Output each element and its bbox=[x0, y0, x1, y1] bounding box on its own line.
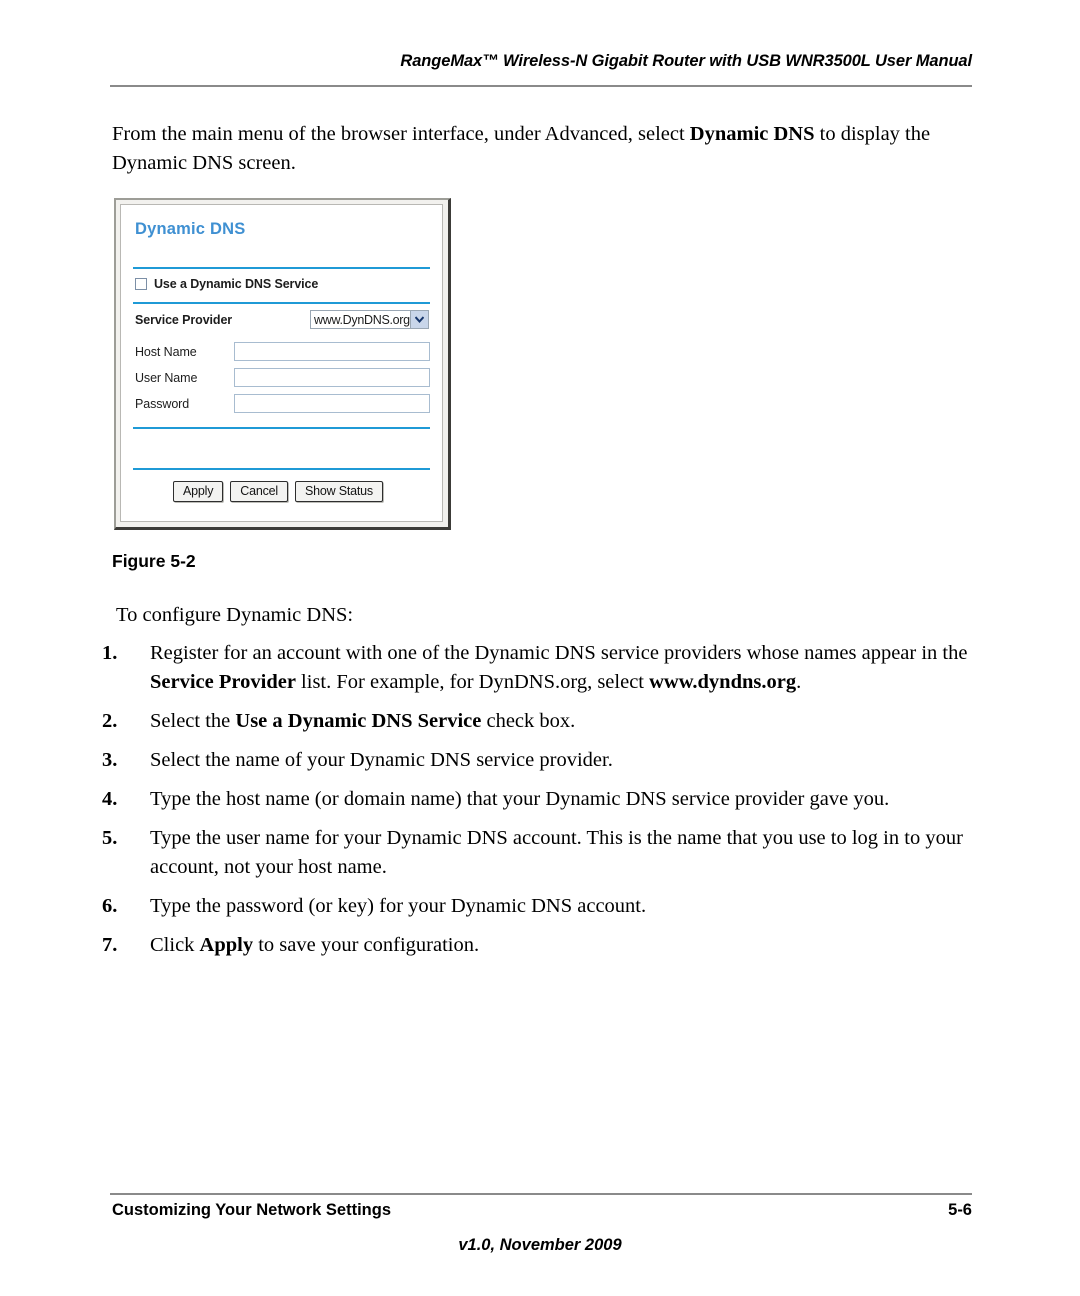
footer-version: v1.0, November 2009 bbox=[458, 1236, 622, 1254]
procedure-steps: 1. Register for an account with one of th… bbox=[100, 639, 985, 970]
host-name-label: Host Name bbox=[135, 345, 197, 359]
password-label: Password bbox=[135, 397, 190, 411]
step-text-plain: Select the name of your Dynamic DNS serv… bbox=[150, 749, 613, 771]
use-dynamic-dns-checkbox-row[interactable]: Use a Dynamic DNS Service bbox=[135, 277, 318, 291]
footer-divider bbox=[110, 1193, 972, 1195]
step-text-plain: check box. bbox=[481, 710, 576, 732]
step-text-plain: Type the user name for your Dynamic DNS … bbox=[150, 827, 963, 878]
step-text: Type the password (or key) for your Dyna… bbox=[150, 895, 646, 917]
step-number: 3. bbox=[102, 749, 118, 771]
procedure-lead-in: To configure Dynamic DNS: bbox=[116, 604, 354, 626]
host-name-input[interactable] bbox=[234, 342, 430, 361]
field-row-user-name: User Name bbox=[121, 367, 442, 393]
figure-dynamic-dns-screenshot: Dynamic DNS Use a Dynamic DNS Service Se… bbox=[114, 198, 451, 530]
user-name-input[interactable] bbox=[234, 368, 430, 387]
step-text-bold: Use a Dynamic DNS Service bbox=[235, 710, 482, 732]
dynamic-dns-panel: Dynamic DNS Use a Dynamic DNS Service Se… bbox=[120, 204, 443, 522]
cancel-button[interactable]: Cancel bbox=[230, 481, 288, 502]
step-number: 2. bbox=[102, 710, 118, 732]
step-number: 1. bbox=[102, 642, 118, 664]
step-text: Click Apply to save your configuration. bbox=[150, 934, 479, 956]
service-provider-value: www.DynDNS.org bbox=[314, 312, 410, 327]
service-provider-select[interactable]: www.DynDNS.org bbox=[310, 310, 429, 329]
procedure-step: 5. Type the user name for your Dynamic DN… bbox=[100, 824, 985, 882]
running-header: RangeMax™ Wireless-N Gigabit Router with… bbox=[400, 52, 972, 70]
procedure-step: 7. Click Apply to save your configuration… bbox=[100, 931, 985, 960]
step-text-plain: Type the host name (or domain name) that… bbox=[150, 788, 890, 810]
step-text: Type the user name for your Dynamic DNS … bbox=[150, 827, 963, 878]
step-text-plain: . bbox=[796, 671, 802, 693]
step-number: 6. bbox=[102, 895, 118, 917]
field-row-service-provider: Service Provider www.DynDNS.org bbox=[121, 309, 442, 335]
step-text-bold: Service Provider bbox=[150, 671, 296, 693]
footer-page-number: 5-6 bbox=[948, 1201, 972, 1219]
intro-text-part1: From the main menu of the browser interf… bbox=[112, 123, 690, 145]
step-text-plain: Type the password (or key) for your Dyna… bbox=[150, 895, 647, 917]
field-row-host-name: Host Name bbox=[121, 341, 442, 367]
chevron-down-icon[interactable] bbox=[410, 311, 428, 328]
apply-button[interactable]: Apply bbox=[173, 481, 224, 502]
panel-divider-top bbox=[133, 267, 430, 269]
checkbox-label: Use a Dynamic DNS Service bbox=[154, 277, 319, 291]
service-provider-label: Service Provider bbox=[135, 313, 233, 327]
password-input[interactable] bbox=[234, 394, 430, 413]
footer-chapter-title: Customizing Your Network Settings bbox=[112, 1201, 391, 1219]
step-text-plain: list. For example, for DynDNS.org, selec… bbox=[295, 671, 650, 693]
step-text: Select the name of your Dynamic DNS serv… bbox=[150, 749, 613, 771]
intro-paragraph: From the main menu of the browser interf… bbox=[112, 120, 982, 178]
procedure-step: 4. Type the host name (or domain name) th… bbox=[100, 785, 985, 814]
field-row-password: Password bbox=[121, 393, 442, 419]
step-text-plain: to save your configuration. bbox=[253, 934, 480, 956]
checkbox-icon[interactable] bbox=[135, 278, 147, 290]
step-number: 4. bbox=[102, 788, 118, 810]
step-text: Select the Use a Dynamic DNS Service che… bbox=[150, 710, 575, 732]
screenshot-frame: Dynamic DNS Use a Dynamic DNS Service Se… bbox=[114, 198, 451, 530]
panel-button-bar: Apply Cancel Show Status bbox=[173, 481, 383, 502]
show-status-button[interactable]: Show Status bbox=[295, 481, 383, 502]
document-page: RangeMax™ Wireless-N Gigabit Router with… bbox=[0, 0, 1080, 1296]
step-text-plain: Select the bbox=[150, 710, 236, 732]
header-divider bbox=[110, 85, 972, 87]
procedure-step: 3. Select the name of your Dynamic DNS se… bbox=[100, 746, 985, 775]
step-text-plain: Click bbox=[150, 934, 200, 956]
panel-title: Dynamic DNS bbox=[135, 220, 246, 238]
user-name-label: User Name bbox=[135, 371, 198, 385]
step-text-bold: www.dyndns.org bbox=[649, 671, 797, 693]
panel-divider-fields bbox=[133, 427, 430, 429]
step-text: Register for an account with one of the … bbox=[150, 642, 967, 693]
procedure-step: 1. Register for an account with one of th… bbox=[100, 639, 985, 697]
step-number: 5. bbox=[102, 827, 118, 849]
step-text-bold: Apply bbox=[199, 934, 254, 956]
figure-caption: Figure 5-2 bbox=[112, 551, 196, 571]
panel-divider-buttons bbox=[133, 468, 430, 470]
intro-bold-dynamic-dns: Dynamic DNS bbox=[689, 123, 815, 145]
procedure-step: 2. Select the Use a Dynamic DNS Service c… bbox=[100, 707, 985, 736]
step-text-plain: Register for an account with one of the … bbox=[150, 642, 968, 664]
step-number: 7. bbox=[102, 934, 118, 956]
step-text: Type the host name (or domain name) that… bbox=[150, 788, 889, 810]
procedure-step: 6. Type the password (or key) for your Dy… bbox=[100, 892, 985, 921]
panel-divider-checkbox bbox=[133, 302, 430, 304]
